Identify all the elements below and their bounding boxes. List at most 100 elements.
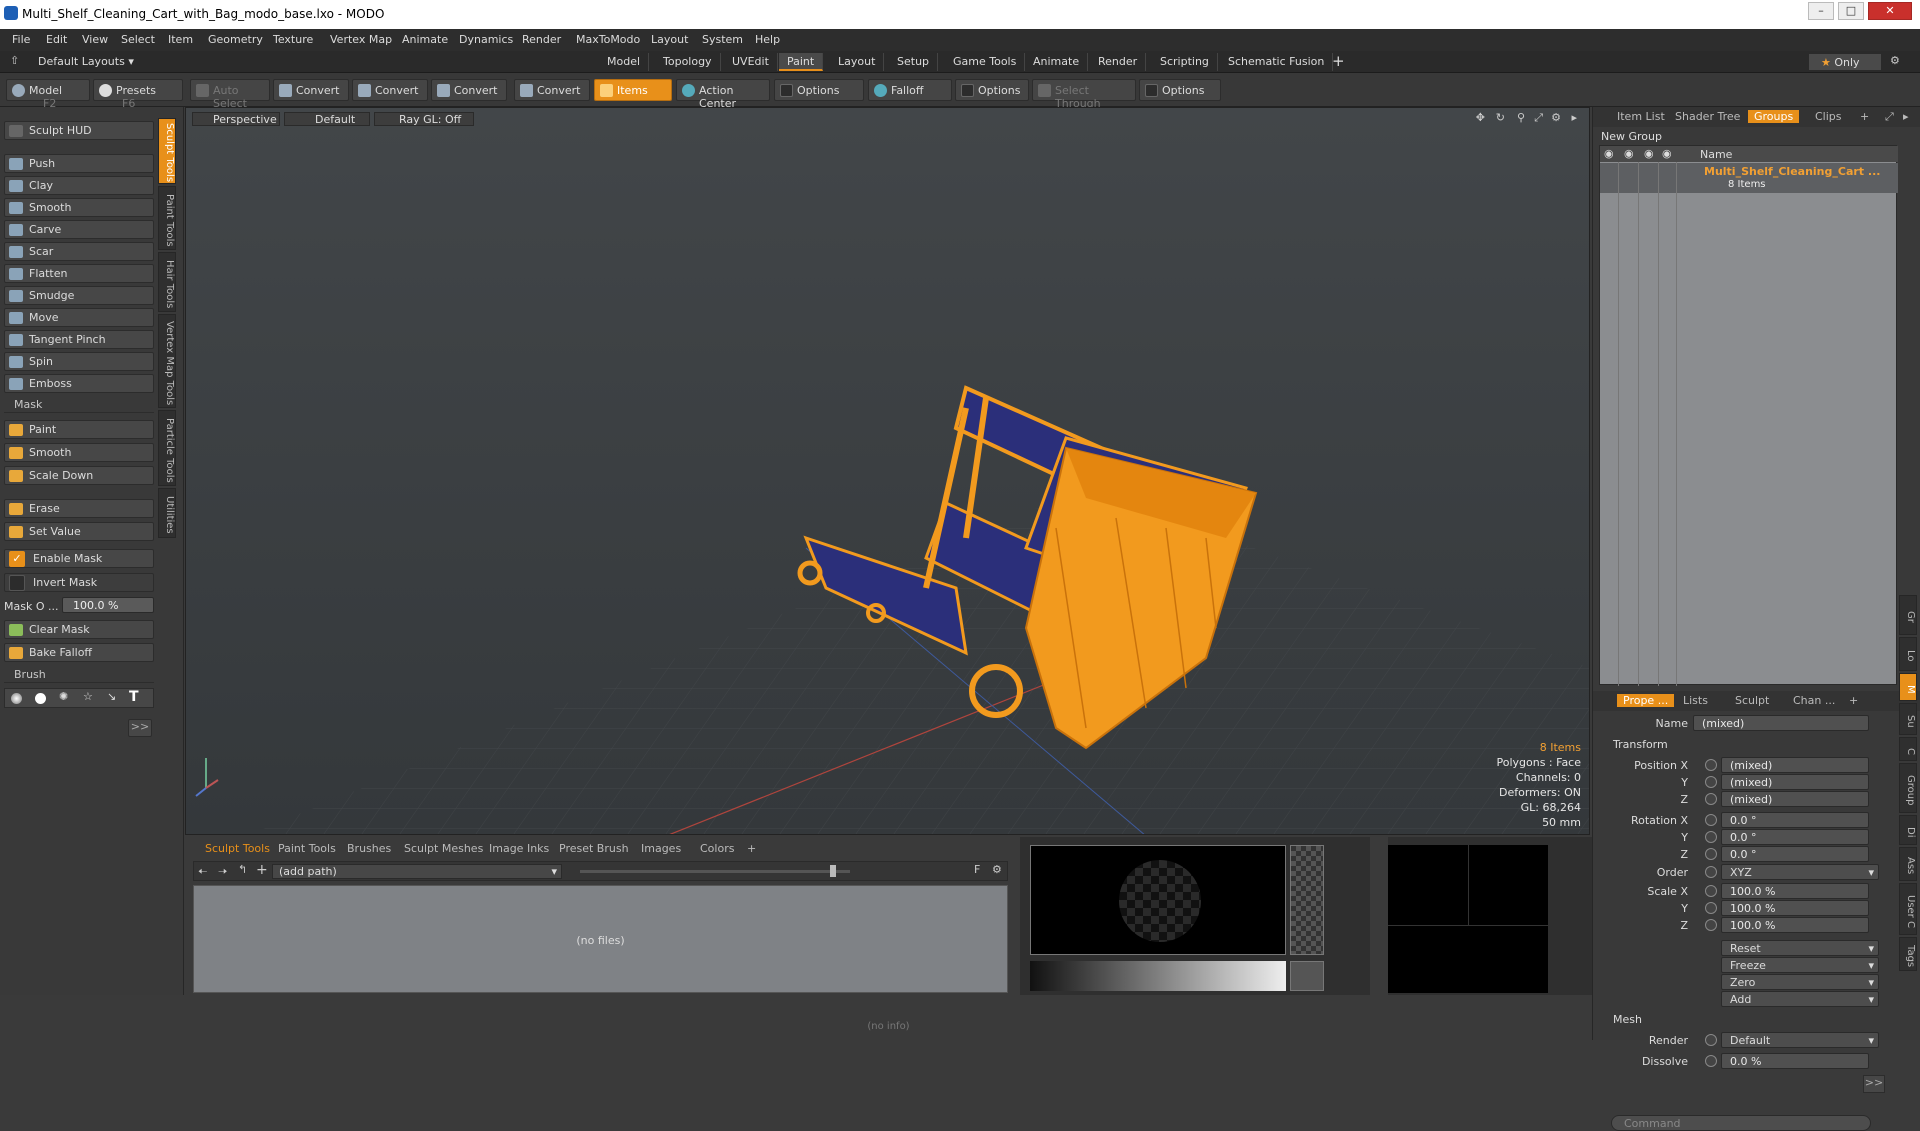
transform-section[interactable]: Transform	[1613, 738, 1668, 751]
render-icon[interactable]: ◉	[1624, 147, 1634, 160]
tool-emboss[interactable]: Emboss	[4, 374, 154, 393]
maximize-button[interactable]: □	[1838, 2, 1864, 20]
menu-file[interactable]: File	[12, 33, 30, 46]
forward-arrow-icon[interactable]: 🠢	[218, 863, 227, 882]
position-x-field[interactable]: (mixed)	[1721, 757, 1869, 773]
keyframe-dot[interactable]	[1705, 919, 1717, 931]
falloff-options-button[interactable]: Options	[955, 79, 1029, 101]
keyframe-dot[interactable]	[1705, 1055, 1717, 1067]
add-tab-icon[interactable]: +	[1849, 694, 1858, 707]
mask-opacity-field[interactable]: 100.0 %	[62, 597, 154, 613]
set-value-button[interactable]: Set Value	[4, 522, 154, 541]
tool-smooth[interactable]: Smooth	[4, 198, 154, 217]
tool-smudge[interactable]: Smudge	[4, 286, 154, 305]
thumbnail-size-slider[interactable]	[580, 870, 850, 873]
add-path-icon[interactable]: +	[256, 862, 268, 878]
keyframe-dot[interactable]	[1705, 848, 1717, 860]
vtab-lo[interactable]: Lo	[1899, 637, 1917, 671]
tab-game-tools[interactable]: Game Tools	[945, 53, 1026, 71]
tab-render[interactable]: Render	[1090, 53, 1147, 71]
keyframe-dot[interactable]	[1705, 776, 1717, 788]
browser-settings-icon[interactable]: ⚙	[992, 863, 1002, 876]
opacity-swatch[interactable]	[1290, 845, 1324, 955]
menu-view[interactable]: View	[82, 33, 108, 46]
tab-lists[interactable]: Lists	[1683, 694, 1708, 707]
model-mode-button[interactable]: Model F2	[6, 79, 90, 110]
tab-item-list[interactable]: Item List	[1617, 110, 1665, 123]
gradient-swatch[interactable]	[1290, 961, 1324, 991]
keyframe-dot[interactable]	[1705, 1034, 1717, 1046]
mask-smooth-button[interactable]: Smooth	[4, 443, 154, 462]
falloff-button[interactable]: Falloff	[868, 79, 952, 101]
action-center-options-button[interactable]: Options	[774, 79, 864, 101]
tool-move[interactable]: Move	[4, 308, 154, 327]
add-tab-icon[interactable]: +	[1332, 52, 1345, 70]
menu-geometry[interactable]: Geometry	[208, 33, 263, 46]
btab-paint-tools[interactable]: Paint Tools	[278, 842, 336, 855]
presets-button[interactable]: Presets F6	[93, 79, 183, 110]
select-icon[interactable]: ◉	[1662, 147, 1672, 160]
btab-images[interactable]: Images	[641, 842, 681, 855]
mask-paint-button[interactable]: Paint	[4, 420, 154, 439]
sculpt-hud-button[interactable]: Sculpt HUD	[4, 121, 154, 140]
mesh-section[interactable]: Mesh	[1613, 1013, 1642, 1026]
tab-properties[interactable]: Prope ...	[1617, 694, 1675, 707]
vtab-su[interactable]: Su	[1899, 703, 1917, 735]
menu-edit[interactable]: Edit	[46, 33, 67, 46]
items-mode-button[interactable]: Items	[594, 79, 672, 101]
3d-viewport[interactable]: Perspective Default Ray GL: Off ✥ ↻ ⚲ ⤢ …	[185, 107, 1590, 835]
menu-maxtomodo[interactable]: MaxToModo	[576, 33, 640, 46]
menu-item[interactable]: Item	[168, 33, 193, 46]
menu-render[interactable]: Render	[522, 33, 561, 46]
tool-carve[interactable]: Carve	[4, 220, 154, 239]
close-button[interactable]: ✕	[1868, 2, 1912, 20]
btab-image-inks[interactable]: Image Inks	[489, 842, 549, 855]
group-row[interactable]: Multi_Shelf_Cleaning_Cart ... 8 Items	[1600, 163, 1898, 193]
btab-preset-brush[interactable]: Preset Brush	[559, 842, 629, 855]
dissolve-field[interactable]: 0.0 %	[1721, 1053, 1869, 1069]
tab-sculpt[interactable]: Sculpt	[1735, 694, 1769, 707]
keyframe-dot[interactable]	[1705, 759, 1717, 771]
keyframe-dot[interactable]	[1705, 814, 1717, 826]
rotation-z-field[interactable]: 0.0 °	[1721, 846, 1869, 862]
groups-list[interactable]: ◉ ◉ ◉ ◉ Name Multi_Shelf_Cleaning_Cart .…	[1599, 145, 1898, 686]
expand-panel-icon[interactable]: ⤢	[1885, 110, 1894, 124]
keyframe-dot[interactable]	[1705, 866, 1717, 878]
parent-folder-icon[interactable]: ↰	[238, 863, 247, 876]
falloff-gradient[interactable]	[1030, 961, 1286, 991]
tab-channels[interactable]: Chan ...	[1793, 694, 1835, 707]
tab-paint[interactable]: Paint	[779, 53, 824, 71]
position-y-field[interactable]: (mixed)	[1721, 774, 1869, 790]
tab-uvedit[interactable]: UVEdit	[724, 53, 778, 71]
keyframe-dot[interactable]	[1705, 831, 1717, 843]
layouts-dropdown[interactable]: Default Layouts ▾	[38, 55, 134, 68]
new-group-button[interactable]: New Group	[1601, 130, 1662, 143]
panel-menu-icon[interactable]: ▸	[1903, 110, 1909, 123]
tool-push[interactable]: Push	[4, 154, 154, 173]
vtab-ass[interactable]: Ass	[1899, 847, 1917, 881]
auto-select-button[interactable]: Auto Select	[190, 79, 270, 110]
lock-icon[interactable]: ◉	[1644, 147, 1654, 160]
splatter-brush-icon[interactable]: ✺	[59, 690, 68, 703]
command-input[interactable]: Command	[1611, 1115, 1871, 1131]
rotation-y-field[interactable]: 0.0 °	[1721, 829, 1869, 845]
btab-colors[interactable]: Colors	[700, 842, 734, 855]
convert-materials-button[interactable]: Convert	[514, 79, 590, 101]
tab-animate[interactable]: Animate	[1025, 53, 1089, 71]
menu-select[interactable]: Select	[121, 33, 155, 46]
menu-dynamics[interactable]: Dynamics	[459, 33, 513, 46]
bake-falloff-button[interactable]: Bake Falloff	[4, 643, 154, 662]
btab-sculpt-tools[interactable]: Sculpt Tools	[205, 842, 270, 855]
btab-brushes[interactable]: Brushes	[347, 842, 391, 855]
position-z-field[interactable]: (mixed)	[1721, 791, 1869, 807]
tab-topology[interactable]: Topology	[655, 53, 721, 71]
mask-section-header[interactable]: Mask	[4, 398, 154, 413]
gear-icon[interactable]: ⚙	[1890, 54, 1900, 67]
expand-button[interactable]: >>	[1863, 1075, 1885, 1093]
tab-shader-tree[interactable]: Shader Tree	[1675, 110, 1740, 123]
vtab-paint-tools[interactable]: Paint Tools	[158, 186, 176, 250]
tool-clay[interactable]: Clay	[4, 176, 154, 195]
keyframe-dot[interactable]	[1705, 793, 1717, 805]
procedural-brush-icon[interactable]: ↘	[107, 690, 116, 703]
only-toggle[interactable]: ★ Only	[1808, 53, 1882, 71]
